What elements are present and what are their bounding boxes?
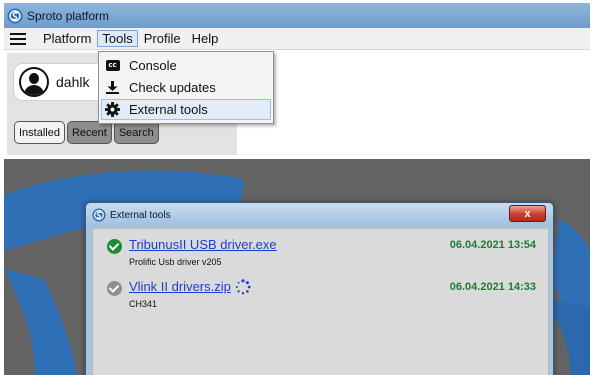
close-button[interactable]: x — [509, 205, 546, 222]
dialog-titlebar: External tools x — [86, 203, 553, 227]
dialog-title: External tools — [110, 209, 171, 221]
file-link[interactable]: TribunusII USB driver.exe — [129, 237, 277, 252]
menu-platform[interactable]: Platform — [38, 30, 96, 47]
hamburger-menu-icon[interactable] — [10, 32, 26, 45]
loading-spinner-icon — [235, 279, 251, 295]
window-titlebar: Sproto platform — [4, 3, 590, 28]
menu-item-label: Console — [129, 58, 177, 73]
avatar — [19, 67, 49, 97]
file-date: 06.04.2021 13:54 — [449, 239, 536, 251]
file-link[interactable]: Vlink II drivers.zip — [129, 279, 231, 294]
menu-bar: Platform Tools Profile Help — [4, 28, 590, 50]
list-item: TribunusII USB driver.exe Prolific Usb d… — [93, 235, 548, 275]
sproto-logo-icon — [7, 8, 23, 23]
menu-tools[interactable]: Tools — [97, 30, 138, 47]
gear-icon — [105, 102, 120, 117]
check-circle-icon — [107, 239, 122, 254]
window-title: Sproto platform — [27, 8, 110, 23]
menu-item-console[interactable]: cc Console — [101, 55, 271, 76]
dialog-content: TribunusII USB driver.exe Prolific Usb d… — [92, 228, 549, 375]
sidebar-tabs: Installed Recent Search — [14, 121, 159, 144]
tab-recent[interactable]: Recent — [66, 121, 112, 144]
file-date: 06.04.2021 14:33 — [449, 281, 536, 293]
closed-captions-icon: cc — [105, 58, 120, 73]
main-window: Sproto platform Platform Tools Profile H… — [4, 3, 590, 155]
menu-item-label: Check updates — [129, 80, 216, 95]
file-description: Prolific Usb driver v205 — [129, 257, 222, 267]
tab-search[interactable]: Search — [113, 121, 159, 144]
tools-dropdown-menu: cc Console Check updates External tools — [98, 51, 274, 124]
menu-profile[interactable]: Profile — [139, 30, 186, 47]
list-item: Vlink II drivers.zip CH341 06.04.2021 14 — [93, 277, 548, 317]
background-window: External tools x TribunusII USB driver.e… — [4, 159, 590, 375]
menu-item-label: External tools — [129, 102, 208, 117]
tab-installed[interactable]: Installed — [14, 121, 65, 144]
menu-item-check-updates[interactable]: Check updates — [101, 77, 271, 98]
sproto-logo-icon — [92, 208, 106, 222]
user-name: dahlk — [56, 74, 90, 90]
check-circle-icon — [107, 281, 122, 296]
external-tools-dialog: External tools x TribunusII USB driver.e… — [85, 202, 554, 375]
file-description: CH341 — [129, 299, 158, 309]
menu-help[interactable]: Help — [187, 30, 224, 47]
download-icon — [105, 80, 120, 95]
menu-item-external-tools[interactable]: External tools — [101, 99, 271, 120]
